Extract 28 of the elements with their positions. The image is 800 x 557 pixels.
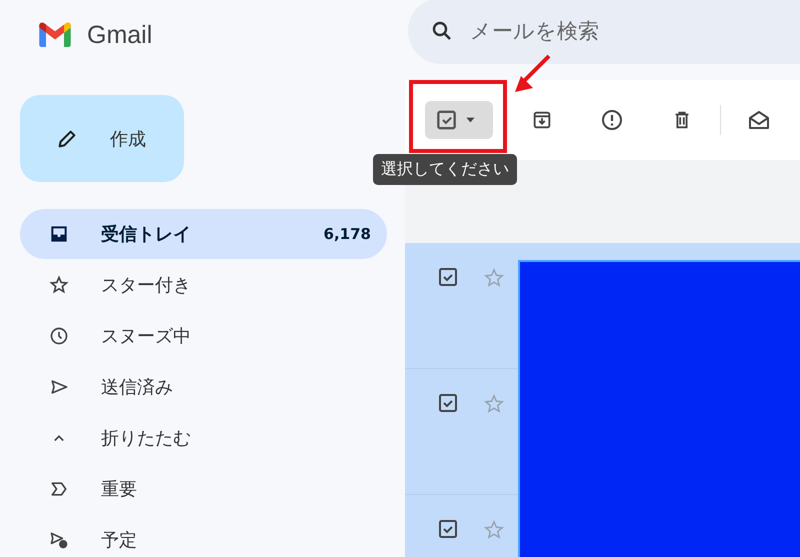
nav-item[interactable]: 重要 [20,464,387,514]
star-icon [49,275,69,295]
nav-item[interactable]: スヌーズ中 [20,311,387,361]
star-icon[interactable] [483,519,505,541]
app-name: Gmail [87,20,152,50]
star-icon[interactable] [483,393,505,415]
compose-button[interactable]: 作成 [20,95,184,182]
star-icon[interactable] [483,267,505,289]
tooltip: 選択してください [373,154,517,185]
scheduled-send-icon [49,530,69,550]
nav-item[interactable]: 予定 [20,515,387,557]
search-field[interactable]: メールを検索 [468,18,772,44]
nav-item[interactable]: 折りたたむ [20,413,387,463]
inbox-icon [49,224,69,244]
archive-icon[interactable] [531,109,553,131]
checked-checkbox[interactable] [438,393,458,413]
nav-item[interactable]: スター付き [20,260,387,310]
nav-item[interactable]: 受信トレイ 6,178 [20,209,387,259]
nav-item[interactable]: 送信済み [20,362,387,412]
search-bar[interactable]: メールを検索 [408,0,800,64]
report-spam-icon[interactable] [600,108,624,132]
checked-checkbox[interactable] [438,519,458,539]
checked-checkbox[interactable] [438,267,458,287]
select-button[interactable] [425,101,493,139]
envelope-icon[interactable] [747,108,771,132]
gmail-logo-icon [37,21,73,49]
pencil-icon [56,128,78,150]
clock-icon [49,326,69,346]
